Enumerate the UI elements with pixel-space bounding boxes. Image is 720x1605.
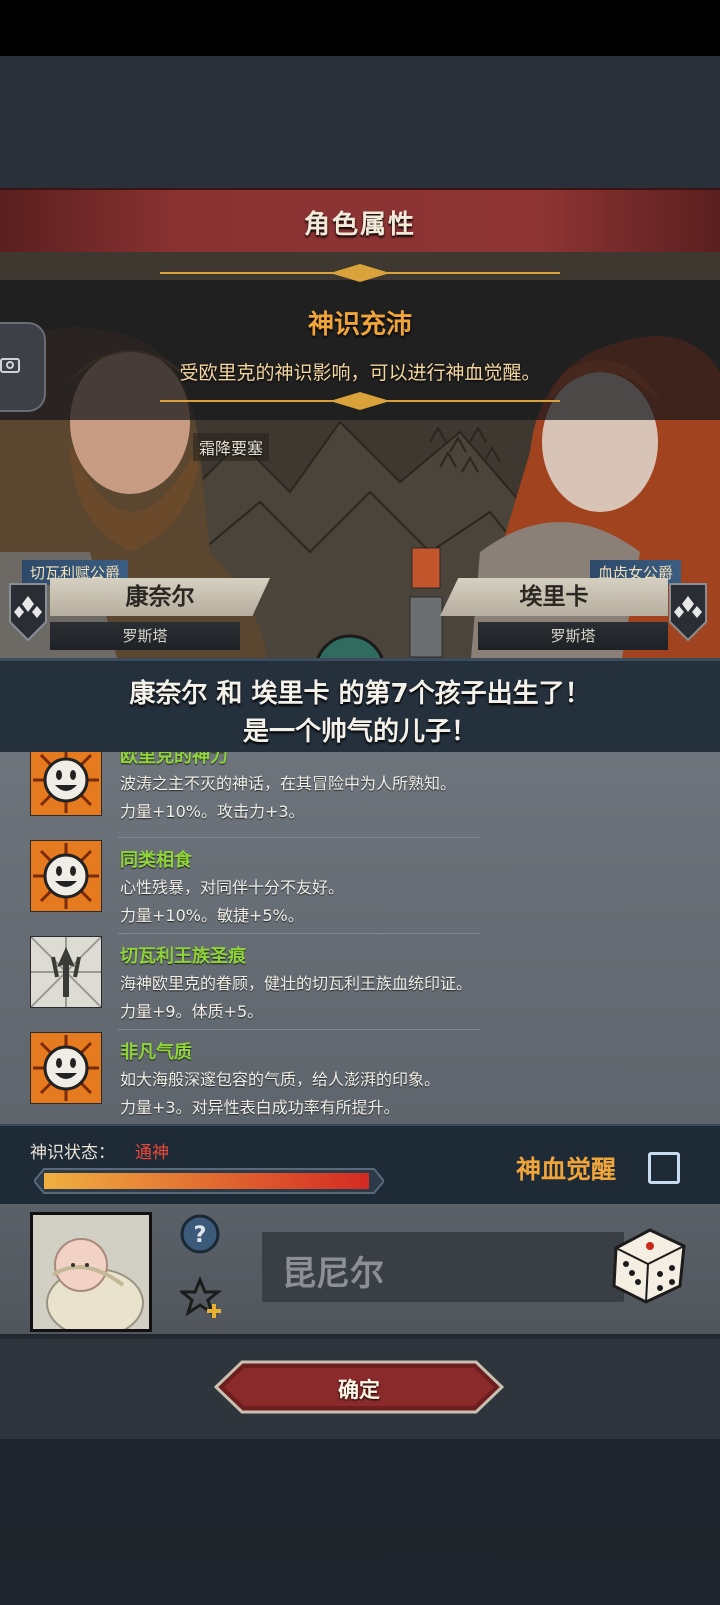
location-label: 霜降要塞: [193, 433, 270, 461]
ornament-top: [160, 264, 560, 282]
child-name-value: 昆尼尔: [282, 1254, 384, 1294]
mother-crest-icon: [669, 583, 707, 642]
child-portrait: [30, 1212, 152, 1332]
status-label: 神识状态：: [30, 1143, 115, 1163]
mother-place: 罗斯塔: [478, 622, 668, 650]
father-name: 康奈尔: [50, 578, 270, 616]
help-icon[interactable]: ?: [180, 1214, 220, 1254]
banner-title: 神识充沛: [307, 310, 412, 340]
blood-awaken-checkbox[interactable]: [648, 1152, 680, 1184]
trait-item[interactable]: 同类相食 心性残暴，对同伴十分不友好。 力量+10%。敏捷+5%。: [0, 838, 720, 934]
trait-name: 同类相食: [120, 850, 192, 871]
father-place: 罗斯塔: [50, 622, 240, 650]
svg-text:?: ?: [194, 1223, 207, 1248]
confirm-button[interactable]: 确定: [214, 1360, 504, 1414]
trait-effect: 力量+10%。攻击力+3。: [120, 802, 305, 821]
random-name-dice-icon[interactable]: [608, 1224, 688, 1306]
status-bar-top: [0, 0, 720, 56]
camera-icon: [0, 358, 20, 373]
trait-desc: 海神欧里克的眷顾，健壮的切瓦利王族血统印证。: [120, 974, 473, 993]
favorite-add-icon[interactable]: [180, 1276, 224, 1320]
ornament-bottom: [160, 392, 560, 410]
divine-status-bar: 神识状态： 通神 神血觉醒: [0, 1124, 720, 1204]
father-crest-icon: [9, 583, 47, 642]
title-bar: 角色属性: [0, 188, 720, 254]
status-value: 通神: [135, 1143, 169, 1163]
trait-desc: 如大海般深邃包容的气质，给人澎湃的印象。: [120, 1070, 441, 1089]
announcement-line-2: 是一个帅气的儿子！: [242, 717, 477, 747]
trident-icon: [30, 936, 102, 1008]
announcement-line-1: 康奈尔 和 埃里卡 的第7个孩子出生了！: [129, 679, 591, 709]
child-info: ? 昆尼尔: [0, 1204, 720, 1334]
smiley-icon: [30, 1032, 102, 1104]
trait-desc: 心性残暴，对同伴十分不友好。: [120, 878, 345, 897]
banner-subtitle: 受欧里克的神识影响，可以进行神血觉醒。: [179, 362, 541, 384]
baby-avatar: [33, 1215, 149, 1329]
mother-name: 埃里卡: [440, 578, 668, 616]
blood-awaken-label: 神血觉醒: [516, 1155, 617, 1184]
trait-list[interactable]: 欧里克的神力 波涛之主不灭的神话，在其冒险中为人所熟知。 力量+10%。攻击力+…: [0, 752, 720, 1124]
child-name-input[interactable]: 昆尼尔: [262, 1232, 624, 1302]
trait-name: 非凡气质: [120, 1042, 192, 1063]
trait-name: 欧里克的神力: [120, 752, 228, 767]
trait-item[interactable]: 非凡气质 如大海般深邃包容的气质，给人澎湃的印象。 力量+3。对异性表白成功率有…: [0, 1030, 720, 1124]
birth-announcement: 康奈尔 和 埃里卡 的第7个孩子出生了！ 是一个帅气的儿子！: [0, 658, 720, 756]
window-title: 角色属性: [303, 210, 416, 240]
trait-effect: 力量+10%。敏捷+5%。: [120, 906, 304, 925]
smiley-icon: [30, 752, 102, 816]
confirm-label: 确定: [338, 1378, 380, 1402]
trait-item[interactable]: 切瓦利王族圣痕 海神欧里克的眷顾，健壮的切瓦利王族血统印证。 力量+9。体质+5…: [0, 934, 720, 1030]
trait-effect: 力量+3。对异性表白成功率有所提升。: [120, 1098, 400, 1117]
trait-desc: 波涛之主不灭的神话，在其冒险中为人所熟知。: [120, 774, 457, 793]
trait-name: 切瓦利王族圣痕: [120, 946, 246, 967]
trait-effect: 力量+9。体质+5。: [120, 1002, 264, 1021]
trait-item[interactable]: 欧里克的神力 波涛之主不灭的神话，在其冒险中为人所熟知。 力量+10%。攻击力+…: [0, 752, 720, 838]
side-menu-tab[interactable]: [0, 322, 46, 412]
smiley-icon: [30, 840, 102, 912]
divine-progress-bar: [34, 1168, 384, 1194]
